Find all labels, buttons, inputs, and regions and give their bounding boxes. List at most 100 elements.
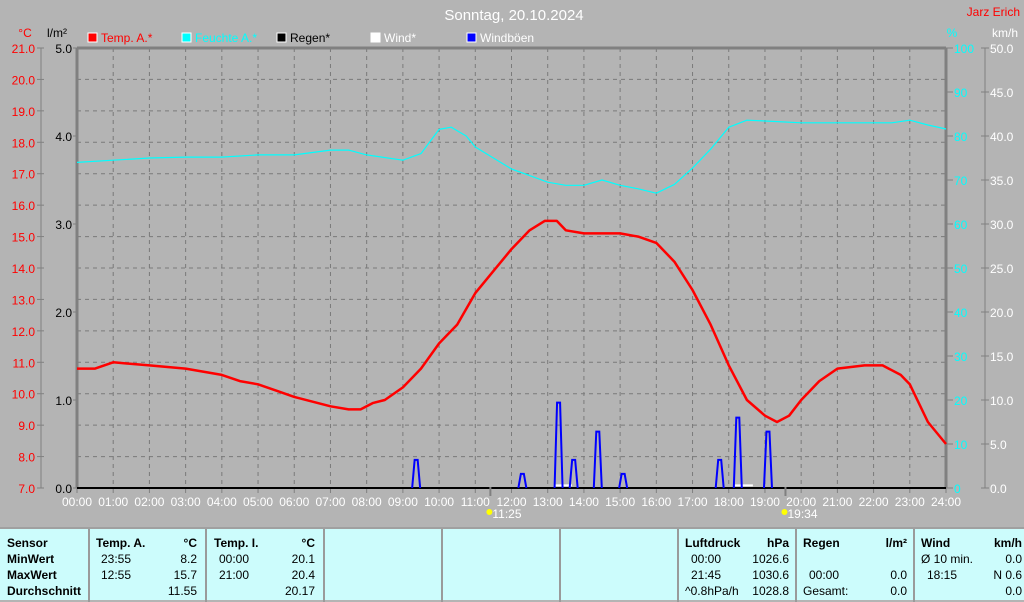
legend-label: Feuchte A.* — [195, 31, 257, 45]
x-tick-label: 18:00 — [714, 495, 744, 509]
temp-tick-label: 19.0 — [12, 105, 36, 119]
x-tick-label: 01:00 — [98, 495, 128, 509]
humidity-tick-label: 100 — [954, 42, 974, 56]
row-label: Durchschnitt — [7, 584, 82, 598]
time: 00:00 — [691, 552, 722, 566]
time: 00:00 — [219, 552, 250, 566]
legend-label: Temp. A.* — [101, 31, 153, 45]
wind-tick-label: 30.0 — [990, 218, 1014, 232]
x-tick-label: 15:00 — [605, 495, 635, 509]
value: 0.0 — [890, 584, 907, 598]
temp-tick-label: 16.0 — [12, 199, 36, 213]
humidity-tick-label: 0 — [954, 482, 961, 496]
temp-tick-label: 21.0 — [12, 42, 36, 56]
label: Ø 10 min. — [921, 552, 974, 566]
unit: l/m² — [885, 536, 907, 550]
temp-tick-label: 9.0 — [18, 419, 35, 433]
temp-tick-label: 7.0 — [18, 482, 35, 496]
sunrise-label: 11:25 — [492, 507, 521, 521]
x-tick-label: 06:00 — [279, 495, 309, 509]
x-tick-label: 03:00 — [171, 495, 201, 509]
wind-gust-spike — [714, 458, 725, 489]
x-tick-label: 17:00 — [678, 495, 708, 509]
header: Regen — [803, 536, 840, 550]
value: 1030.6 — [752, 568, 789, 582]
wind-tick-label: 15.0 — [990, 350, 1014, 364]
wind-tick-label: 0.0 — [990, 482, 1007, 496]
wind-tick-label: 50.0 — [990, 42, 1014, 56]
value: 8.2 — [180, 552, 197, 566]
temp-tick-label: 18.0 — [12, 136, 36, 150]
value: 20.4 — [291, 568, 315, 582]
chart-title: Sonntag, 20.10.2024 — [444, 7, 583, 24]
wind-tick-label: 45.0 — [990, 86, 1014, 100]
value: 20.1 — [291, 552, 315, 566]
temp-tick-label: 12.0 — [12, 325, 36, 339]
legend-swatch — [87, 32, 98, 43]
x-tick-label: 04:00 — [207, 495, 237, 509]
temp-tick-label: 20.0 — [12, 73, 36, 87]
temp-tick-label: 14.0 — [12, 262, 36, 276]
value: 20.17 — [284, 584, 315, 598]
wind-column: Wind km/h Ø 10 min. 0.0 18:15 N 0.6 0.0 — [913, 529, 1024, 602]
author-label: Jarz Erich — [967, 5, 1020, 19]
value: 11.55 — [167, 584, 197, 598]
legend-label: Regen* — [290, 31, 330, 45]
x-tick-label: 13:00 — [533, 495, 563, 509]
value: N 0.6 — [993, 568, 1022, 582]
legend-swatch — [370, 32, 381, 43]
pressure-column: Luftdruck hPa 00:00 1026.6 21:45 1030.6 ^0.… — [677, 529, 795, 602]
temp-tick-label: 10.0 — [12, 388, 36, 402]
time: 12:55 — [101, 568, 132, 582]
sensor-column: Sensor MinWert MaxWert Durchschnitt — [0, 529, 88, 602]
weather-chart: Sonntag, 20.10.2024 Jarz Erich Temp. A.* Fe… — [12, 5, 1020, 521]
trend: ^0.8hPa/h — [685, 584, 739, 598]
x-tick-label: 07:00 — [315, 495, 345, 509]
humidity-tick-label: 30 — [954, 350, 968, 364]
unit: km/h — [993, 536, 1022, 550]
humidity-tick-label: 80 — [954, 130, 968, 144]
legend-swatch — [466, 32, 477, 43]
wind-tick-label: 20.0 — [990, 306, 1014, 320]
wind-gust-spike — [732, 416, 743, 489]
header: Luftdruck — [685, 536, 741, 550]
x-tick-label: 21:00 — [822, 495, 852, 509]
wind-gust-spike — [592, 430, 603, 489]
time: 23:55 — [101, 552, 132, 566]
legend-swatch — [276, 32, 287, 43]
x-tick-label: 23:00 — [895, 495, 925, 509]
rain-tick-label: 3.0 — [55, 218, 72, 232]
humidity-axis-unit: % — [947, 26, 958, 40]
x-tick-label: 22:00 — [859, 495, 889, 509]
value: 15.7 — [173, 568, 197, 582]
time: 21:45 — [691, 568, 722, 582]
x-tick-label: 00:00 — [62, 495, 92, 509]
value: 1026.6 — [752, 552, 789, 566]
x-tick-label: 05:00 — [243, 495, 273, 509]
temp-tick-label: 8.0 — [18, 451, 35, 465]
wind-tick-label: 25.0 — [990, 262, 1014, 276]
unit: hPa — [766, 536, 789, 550]
legend-swatch — [181, 32, 192, 43]
time: 21:00 — [219, 568, 250, 582]
row-label: MaxWert — [7, 568, 57, 582]
x-tick-label: 09:00 — [388, 495, 418, 509]
value: 0.0 — [1005, 584, 1022, 598]
value: 0.0 — [890, 568, 907, 582]
wind-tick-label: 40.0 — [990, 130, 1014, 144]
rain-tick-label: 2.0 — [55, 306, 72, 320]
sensor-header: Sensor — [7, 536, 48, 550]
empty-column — [323, 529, 441, 602]
wind-gust-spike — [411, 458, 422, 489]
stats-panel: Sensor MinWert MaxWert Durchschnitt Temp… — [0, 527, 1024, 602]
wind-gust-spike — [517, 472, 528, 489]
header: Temp. I. — [214, 536, 259, 550]
humidity-tick-label: 40 — [954, 306, 968, 320]
wind-gust-spike — [568, 458, 579, 489]
value: 1028.8 — [752, 584, 789, 598]
rain-tick-label: 5.0 — [55, 42, 72, 56]
temp-a-column: Temp. A. °C 23:55 8.2 12:55 15.7 11.55 — [88, 529, 205, 602]
time: 00:00 — [809, 568, 840, 582]
wind-gust-spike — [762, 430, 773, 489]
unit: °C — [183, 536, 197, 550]
